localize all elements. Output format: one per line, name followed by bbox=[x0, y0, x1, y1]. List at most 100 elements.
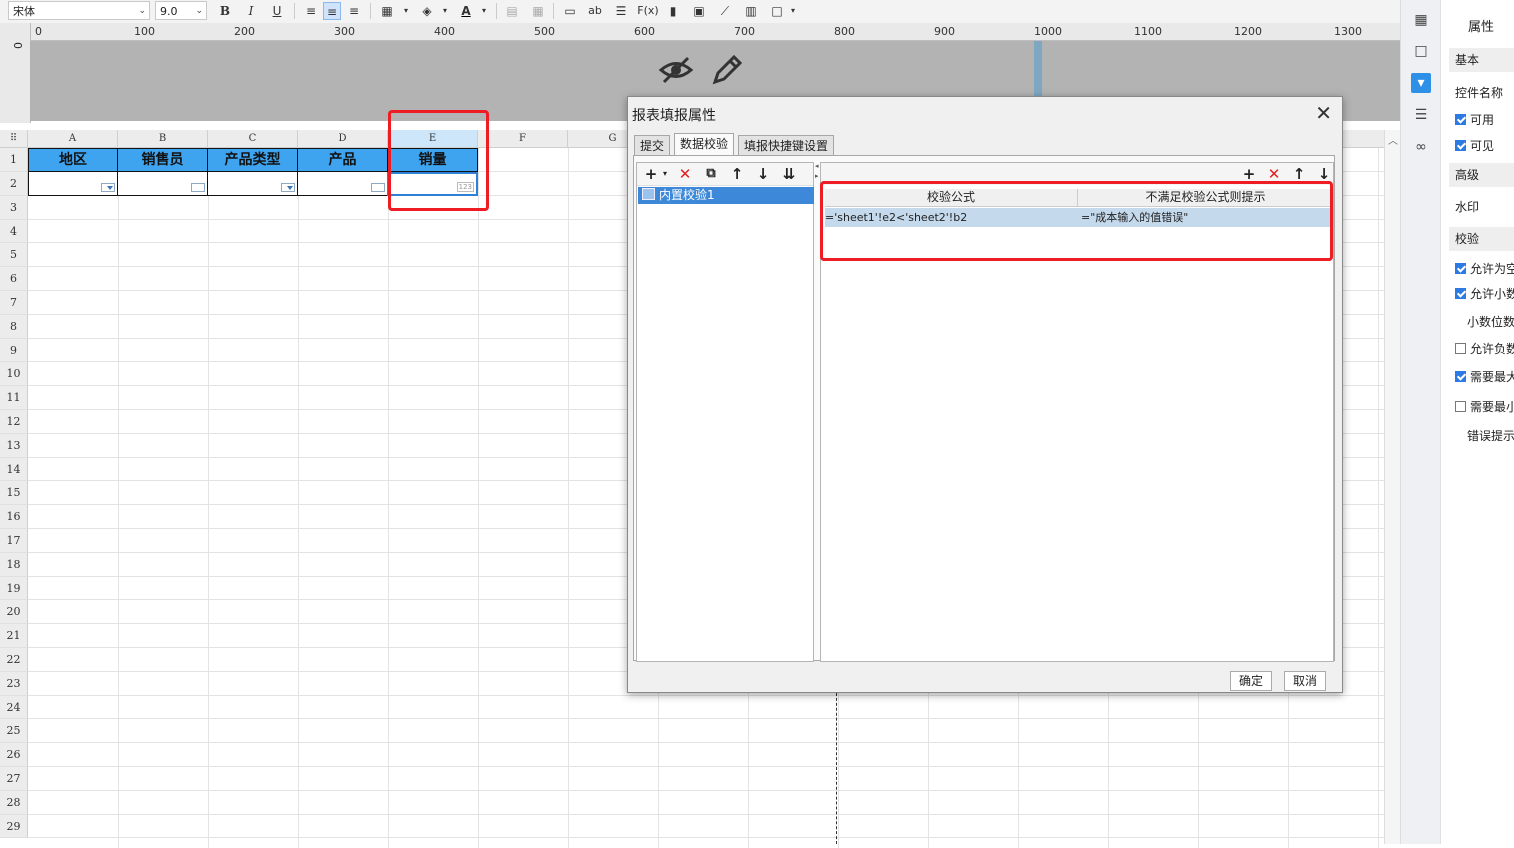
row-header[interactable]: 2 bbox=[0, 171, 28, 196]
row-header[interactable]: 19 bbox=[0, 576, 28, 601]
chart-icon[interactable]: ▮ bbox=[664, 2, 682, 20]
row-header[interactable]: 11 bbox=[0, 386, 28, 410]
row-header[interactable]: 29 bbox=[0, 814, 28, 839]
tab-data-validation[interactable]: 数据校验 bbox=[674, 133, 735, 155]
row-header[interactable]: 15 bbox=[0, 481, 28, 506]
cell-c2-combo[interactable] bbox=[207, 172, 298, 196]
enabled-checkbox[interactable]: 可用 bbox=[1455, 111, 1494, 128]
cell-attributes-icon[interactable]: ▦ bbox=[1411, 10, 1431, 30]
wrap-icon[interactable]: ☰ bbox=[612, 2, 630, 20]
move-up-icon[interactable]: ↑ bbox=[727, 164, 747, 184]
row-header[interactable]: 17 bbox=[0, 529, 28, 553]
underline-button[interactable]: U bbox=[268, 2, 286, 20]
ok-button[interactable]: 确定 bbox=[1230, 671, 1273, 691]
merge-icon[interactable]: ▤ bbox=[503, 2, 521, 20]
header-cell-salesperson[interactable]: 销售员 bbox=[117, 148, 208, 172]
fill-color-icon[interactable]: ◈ bbox=[418, 2, 436, 20]
section-validation[interactable]: 校验 bbox=[1449, 227, 1514, 251]
align-center-icon[interactable]: ≡ bbox=[323, 2, 341, 20]
row-header[interactable]: 20 bbox=[0, 600, 28, 625]
column-header[interactable]: D bbox=[298, 130, 388, 148]
move-bottom-icon[interactable]: ⇊ bbox=[779, 164, 799, 184]
row-header[interactable]: 3 bbox=[0, 195, 28, 220]
align-right-icon[interactable]: ≡ bbox=[345, 2, 363, 20]
text-ab-icon[interactable]: ab bbox=[586, 2, 604, 20]
chevron-down-icon[interactable]: ▾ bbox=[784, 2, 802, 20]
row-header[interactable]: 28 bbox=[0, 790, 28, 815]
chevron-down-icon[interactable]: ▾ bbox=[397, 2, 415, 20]
collapse-right-icon[interactable]: ▸ bbox=[815, 172, 819, 180]
cell-b2-text[interactable] bbox=[117, 172, 208, 196]
cell-a2-combo[interactable] bbox=[28, 172, 118, 196]
condition-icon[interactable]: ☰ bbox=[1411, 105, 1431, 125]
require-min-checkbox[interactable]: 需要最小 bbox=[1455, 398, 1514, 415]
visible-checkbox[interactable]: 可见 bbox=[1455, 137, 1494, 154]
row-header[interactable]: 12 bbox=[0, 410, 28, 434]
column-header[interactable]: F bbox=[478, 130, 568, 148]
tab-shortcut-settings[interactable]: 填报快捷键设置 bbox=[738, 135, 835, 155]
header-cell-product-type[interactable]: 产品类型 bbox=[207, 148, 298, 172]
require-max-checkbox[interactable]: 需要最大 bbox=[1455, 368, 1514, 385]
section-advanced[interactable]: 高级 bbox=[1449, 163, 1514, 187]
cell-d2-text[interactable] bbox=[297, 172, 388, 196]
allow-negative-checkbox[interactable]: 允许负数 bbox=[1455, 340, 1514, 357]
section-basic[interactable]: 基本 bbox=[1449, 48, 1514, 72]
chevron-down-icon[interactable]: ▾ bbox=[655, 164, 675, 184]
row-header[interactable]: 22 bbox=[0, 648, 28, 672]
widget-settings-icon[interactable]: ▾ bbox=[1411, 73, 1431, 93]
image-icon[interactable]: ▣ bbox=[690, 2, 708, 20]
chevron-down-icon[interactable]: ▾ bbox=[436, 2, 454, 20]
move-down-icon[interactable]: ↓ bbox=[753, 164, 773, 184]
vertical-scrollbar[interactable]: ︿ bbox=[1384, 130, 1401, 844]
close-icon[interactable]: ✕ bbox=[1315, 101, 1332, 125]
font-size-select[interactable]: 9.0 ⌄ bbox=[155, 1, 207, 20]
formula-icon[interactable]: F(x) bbox=[636, 2, 660, 20]
row-header[interactable]: 7 bbox=[0, 291, 28, 315]
column-header[interactable]: C bbox=[208, 130, 298, 148]
text-color-icon[interactable]: A bbox=[457, 2, 475, 20]
align-left-icon[interactable]: ≡ bbox=[302, 2, 320, 20]
row-header[interactable]: 6 bbox=[0, 267, 28, 291]
header-cell-product[interactable]: 产品 bbox=[297, 148, 388, 172]
link-icon[interactable]: ∞ bbox=[1411, 137, 1431, 157]
edit-pencil-icon[interactable] bbox=[710, 53, 744, 87]
slash-icon[interactable]: ⟋ bbox=[716, 2, 734, 20]
delete-icon[interactable]: ✕ bbox=[675, 164, 695, 184]
tab-submit[interactable]: 提交 bbox=[634, 135, 671, 155]
select-all-corner[interactable]: ⠿ bbox=[0, 130, 28, 148]
frame-icon[interactable]: □ bbox=[1411, 41, 1431, 61]
row-header[interactable]: 5 bbox=[0, 243, 28, 268]
cancel-button[interactable]: 取消 bbox=[1284, 671, 1327, 691]
row-header[interactable]: 23 bbox=[0, 671, 28, 696]
row-header[interactable]: 18 bbox=[0, 552, 28, 577]
column-header[interactable]: A bbox=[28, 130, 118, 148]
copy-icon[interactable]: ⧉ bbox=[701, 164, 721, 184]
insert-icon[interactable]: ▭ bbox=[561, 2, 579, 20]
row-header[interactable]: 21 bbox=[0, 624, 28, 648]
row-header[interactable]: 10 bbox=[0, 362, 28, 387]
row-header[interactable]: 1 bbox=[0, 148, 28, 172]
hidden-eye-icon[interactable] bbox=[658, 55, 694, 85]
chevron-down-icon[interactable]: ▾ bbox=[475, 2, 493, 20]
row-header[interactable]: 8 bbox=[0, 314, 28, 339]
header-cell-region[interactable]: 地区 bbox=[28, 148, 118, 172]
sheet-icon[interactable]: ▥ bbox=[742, 2, 760, 20]
row-header[interactable]: 24 bbox=[0, 695, 28, 720]
list-item-builtin-validation[interactable]: 内置校验1 bbox=[638, 187, 814, 204]
row-header[interactable]: 13 bbox=[0, 433, 28, 458]
bold-button[interactable]: B bbox=[216, 2, 234, 20]
row-header[interactable]: 16 bbox=[0, 505, 28, 529]
row-header[interactable]: 4 bbox=[0, 219, 28, 244]
border-icon[interactable]: ▦ bbox=[378, 2, 396, 20]
row-header[interactable]: 27 bbox=[0, 767, 28, 791]
row-header[interactable]: 26 bbox=[0, 743, 28, 767]
row-header[interactable]: 9 bbox=[0, 338, 28, 363]
allow-empty-checkbox[interactable]: 允许为空 bbox=[1455, 260, 1514, 277]
font-name-select[interactable]: 宋体 ⌄ bbox=[8, 1, 150, 20]
column-header[interactable]: B bbox=[118, 130, 208, 148]
row-header[interactable]: 25 bbox=[0, 719, 28, 744]
collapse-left-icon[interactable]: ◂ bbox=[815, 162, 819, 170]
italic-button[interactable]: I bbox=[242, 2, 260, 20]
scroll-up-icon[interactable]: ︿ bbox=[1388, 132, 1398, 147]
split-icon[interactable]: ▦ bbox=[529, 2, 547, 20]
